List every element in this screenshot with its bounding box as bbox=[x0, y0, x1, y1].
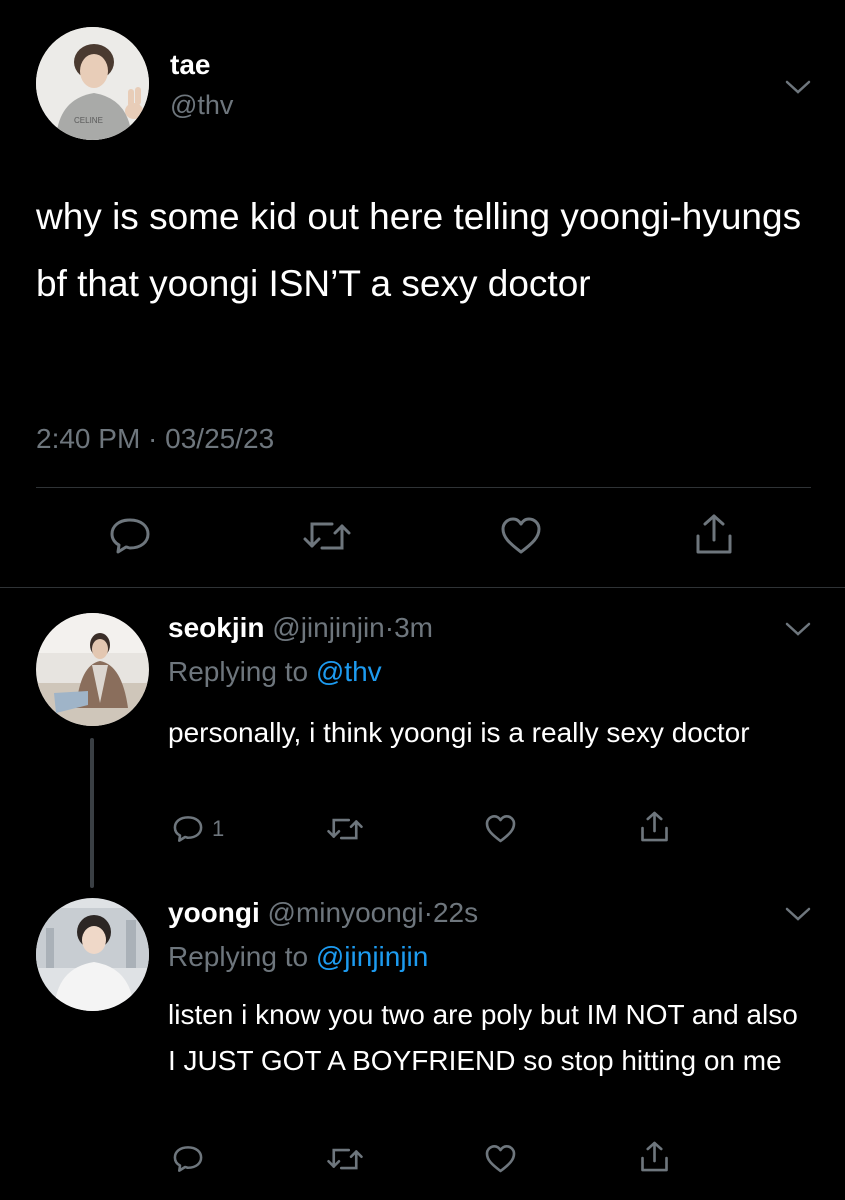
reply-time: 3m bbox=[394, 612, 433, 643]
author-name[interactable]: seokjin bbox=[168, 612, 264, 643]
reply-header: yoongi @minyoongi·22s bbox=[168, 897, 478, 929]
reply-bubble-icon[interactable] bbox=[172, 814, 204, 844]
reply-count: 1 bbox=[212, 816, 225, 841]
share-icon[interactable] bbox=[692, 512, 736, 556]
avatar-seokjin[interactable] bbox=[36, 613, 149, 726]
dot-separator: · bbox=[384, 612, 395, 643]
heart-icon[interactable] bbox=[499, 516, 543, 556]
avatar-yoongi[interactable] bbox=[36, 898, 149, 1011]
heart-icon[interactable] bbox=[484, 814, 517, 844]
chevron-down-icon[interactable] bbox=[783, 77, 813, 97]
reply-text: listen i know you two are poly but IM NO… bbox=[168, 999, 798, 1076]
replying-to-label: Replying to bbox=[168, 656, 309, 687]
author-name[interactable]: tae bbox=[170, 49, 210, 81]
reply-header: seokjin @jinjinjin·3m bbox=[168, 612, 433, 644]
replying-to: Replying to @jinjinjin bbox=[168, 941, 428, 973]
author-handle[interactable]: @minyoongi bbox=[268, 897, 424, 928]
replying-to-link[interactable]: @thv bbox=[316, 656, 382, 687]
replying-to-label: Replying to bbox=[168, 941, 309, 972]
author-name[interactable]: yoongi bbox=[168, 897, 260, 928]
avatar-tae[interactable]: CELINE bbox=[36, 27, 149, 140]
tweet-text: why is some kid out here telling yoongi-… bbox=[36, 196, 802, 304]
replying-to: Replying to @thv bbox=[168, 656, 382, 688]
author-handle[interactable]: @jinjinjin bbox=[272, 612, 384, 643]
reply-bubble-icon[interactable] bbox=[172, 1144, 204, 1174]
dot-separator: · bbox=[423, 897, 433, 928]
timestamp-divider bbox=[36, 487, 811, 488]
avatar-celine-logo: CELINE bbox=[74, 116, 103, 125]
reply-bubble-icon[interactable] bbox=[108, 516, 152, 556]
retweet-icon[interactable] bbox=[326, 1144, 364, 1174]
share-icon[interactable] bbox=[638, 810, 671, 843]
thread-line bbox=[90, 738, 94, 888]
section-divider bbox=[0, 587, 845, 588]
share-icon[interactable] bbox=[638, 1140, 671, 1173]
chevron-down-icon[interactable] bbox=[783, 619, 813, 639]
retweet-icon[interactable] bbox=[302, 516, 352, 556]
author-handle[interactable]: @thv bbox=[170, 90, 233, 121]
heart-icon[interactable] bbox=[484, 1144, 517, 1174]
chevron-down-icon[interactable] bbox=[783, 904, 813, 924]
reply-time: 22s bbox=[432, 897, 479, 928]
retweet-icon[interactable] bbox=[326, 814, 364, 844]
reply-text: personally, i think yoongi is a really s… bbox=[168, 717, 750, 748]
tweet-timestamp: 2:40 PM · 03/25/23 bbox=[36, 423, 275, 454]
replying-to-link[interactable]: @jinjinjin bbox=[316, 941, 428, 972]
